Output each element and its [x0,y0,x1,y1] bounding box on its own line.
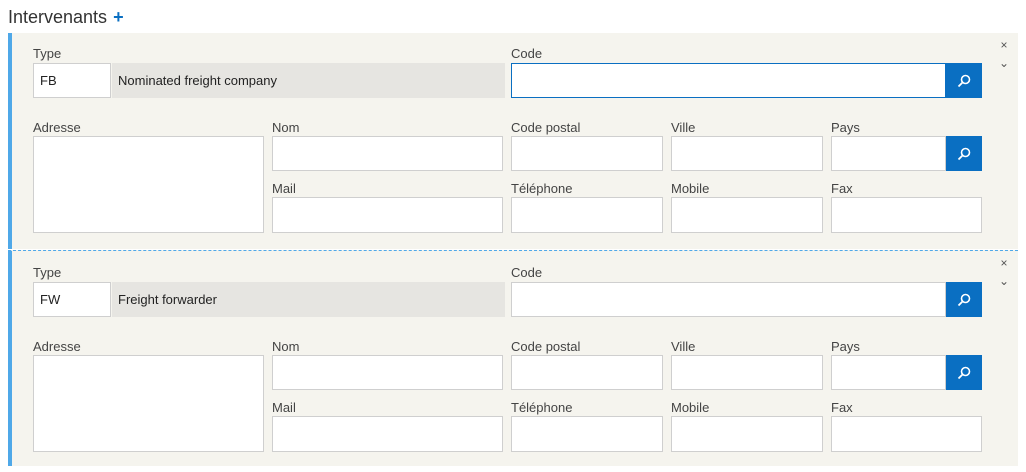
search-icon [957,147,971,160]
close-icon[interactable]: × [998,257,1010,269]
pays-input[interactable] [831,355,946,390]
add-intervenant-plus-icon[interactable]: + [113,8,124,26]
pays-label: Pays [831,339,860,354]
code-input[interactable] [511,63,946,98]
type-description: Freight forwarder [112,282,505,317]
search-icon [957,74,971,87]
ville-input[interactable] [671,136,823,171]
adresse-label: Adresse [33,339,81,354]
mobile-label: Mobile [671,181,710,196]
adresse-textarea[interactable] [33,136,264,233]
ville-input[interactable] [671,355,823,390]
adresse-textarea[interactable] [33,355,264,452]
search-icon [957,366,971,379]
nom-input[interactable] [272,355,503,390]
telephone-input[interactable] [511,197,663,233]
section-title: Intervenants [8,6,108,27]
search-icon [957,293,971,306]
ville-label: Ville [671,339,696,354]
type-label: Type [33,46,62,61]
type-code-input[interactable]: FB [33,63,111,98]
code-postal-label: Code postal [511,339,581,354]
pays-search-button[interactable] [946,136,982,171]
mail-input[interactable] [272,416,503,452]
pays-label: Pays [831,120,860,135]
mail-label: Mail [272,400,296,415]
fax-input[interactable] [831,416,982,452]
mail-input[interactable] [272,197,503,233]
code-postal-input[interactable] [511,136,663,171]
mobile-input[interactable] [671,416,823,452]
nom-label: Nom [272,120,300,135]
chevron-down-icon[interactable]: ⌄ [998,275,1010,287]
code-search-button[interactable] [946,282,982,317]
type-label: Type [33,265,62,280]
type-code-input[interactable]: FW [33,282,111,317]
adresse-label: Adresse [33,120,81,135]
type-description: Nominated freight company [112,63,505,98]
mobile-label: Mobile [671,400,710,415]
ville-label: Ville [671,120,696,135]
section-header: Intervenants + [8,5,124,29]
chevron-down-icon[interactable]: ⌄ [998,57,1010,69]
intervenant-card: Type FW Freight forwarder Code × ⌄ Adres… [8,250,1018,466]
nom-input[interactable] [272,136,503,171]
intervenant-card: Type FB Nominated freight company Code ×… [8,33,1018,249]
code-postal-input[interactable] [511,355,663,390]
code-label: Code [511,46,543,61]
close-icon[interactable]: × [998,39,1010,51]
telephone-input[interactable] [511,416,663,452]
mail-label: Mail [272,181,296,196]
fax-label: Fax [831,400,853,415]
telephone-label: Téléphone [511,400,573,415]
code-search-button[interactable] [946,63,982,98]
code-input[interactable] [511,282,946,317]
pays-search-button[interactable] [946,355,982,390]
telephone-label: Téléphone [511,181,573,196]
mobile-input[interactable] [671,197,823,233]
nom-label: Nom [272,339,300,354]
code-label: Code [511,265,543,280]
fax-label: Fax [831,181,853,196]
code-postal-label: Code postal [511,120,581,135]
fax-input[interactable] [831,197,982,233]
pays-input[interactable] [831,136,946,171]
